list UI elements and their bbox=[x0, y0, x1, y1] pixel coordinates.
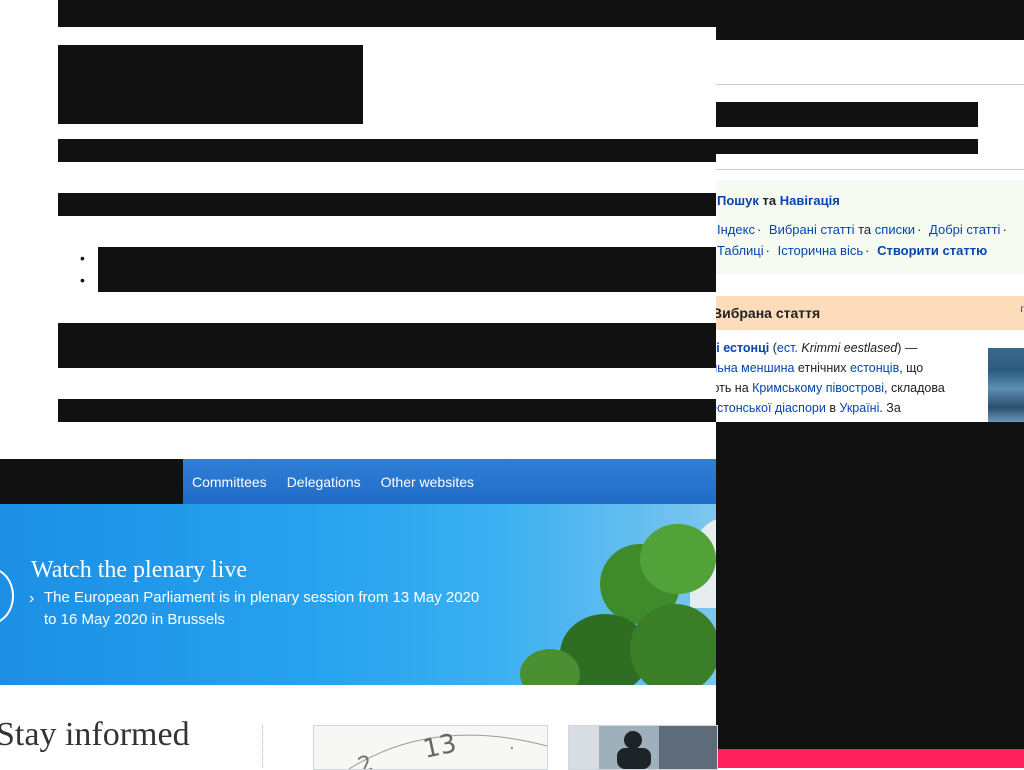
featured-line: ють на Кримському півострові, складова bbox=[716, 378, 980, 398]
text-run: ( bbox=[769, 341, 777, 355]
redacted-line-2 bbox=[58, 193, 716, 216]
and-text: та bbox=[762, 193, 777, 208]
estonians-link[interactable]: естонців bbox=[850, 361, 899, 375]
wiki-nav-title: Пошук та Навігація bbox=[717, 193, 840, 208]
stay-informed-heading: Stay informed bbox=[0, 716, 190, 753]
tree bbox=[640, 524, 716, 594]
calendar-numbers-image: 13 2 · bbox=[314, 726, 547, 769]
featured-line: льна меншина етнічних естонців, що bbox=[716, 358, 980, 378]
wiki-nav-row-2: Індекс · Вибрані статті та списки · Добрі … bbox=[717, 222, 1011, 237]
calendar-thumbnail[interactable]: 13 2 · bbox=[313, 725, 548, 770]
crimea-link[interactable]: Кримському півострові bbox=[752, 381, 884, 395]
featured-corner-link[interactable]: г bbox=[1020, 304, 1024, 315]
person-silhouette-image bbox=[569, 726, 717, 769]
featured-articles-link[interactable]: Вибрані статті bbox=[769, 222, 855, 237]
redacted-list-block bbox=[98, 247, 716, 292]
diaspora-link[interactable]: естонської діаспори bbox=[716, 401, 826, 415]
svg-text:·: · bbox=[509, 738, 515, 759]
redacted-wiki-banner bbox=[716, 102, 978, 127]
featured-article-title: Вибрана стаття bbox=[716, 305, 821, 321]
dot-separator: · bbox=[756, 222, 762, 237]
timeline-link[interactable]: Історична вісь bbox=[778, 243, 864, 258]
dotted-divider bbox=[262, 725, 263, 768]
lists-link[interactable]: списки bbox=[875, 222, 915, 237]
search-link[interactable]: Пошук bbox=[717, 193, 759, 208]
redacted-nav-left bbox=[0, 459, 183, 504]
text-run: , що bbox=[899, 361, 924, 375]
text-run: ) — bbox=[897, 341, 918, 355]
featured-article-header: Вибрана стаття г bbox=[716, 296, 1024, 330]
nav-other-websites[interactable]: Other websites bbox=[381, 474, 474, 490]
list-bullet: • bbox=[80, 272, 85, 288]
ep-nav-items: Committees Delegations Other websites bbox=[192, 459, 474, 504]
divider bbox=[716, 84, 1024, 85]
article-link[interactable]: кі естонці bbox=[716, 341, 769, 355]
italic-term: Krimmi eestlased bbox=[797, 341, 898, 355]
text-run: ють на bbox=[716, 381, 749, 395]
dot-separator: · bbox=[917, 222, 922, 237]
redacted-line-1 bbox=[58, 139, 716, 162]
tables-link[interactable]: Таблиці bbox=[717, 243, 764, 258]
text-run: в bbox=[825, 401, 840, 415]
create-article-link[interactable]: Створити статтю bbox=[877, 243, 987, 258]
featured-line: естонської діаспори в Україні. За bbox=[716, 398, 980, 418]
and-text: та bbox=[858, 222, 872, 237]
nav-delegations[interactable]: Delegations bbox=[287, 474, 361, 490]
banner-title[interactable]: Watch the plenary live bbox=[31, 557, 247, 584]
redacted-right-panel bbox=[716, 422, 1024, 768]
chevron-right-icon: › bbox=[29, 590, 35, 607]
dot-separator: · bbox=[765, 243, 770, 258]
pink-strip bbox=[716, 749, 1024, 768]
text-run: , складова bbox=[884, 381, 945, 395]
redacted-wiki-subline bbox=[716, 139, 978, 154]
minority-link[interactable]: льна меншина bbox=[716, 361, 794, 375]
wiki-panel: Пошук та Навігація Індекс · Вибрані статт… bbox=[716, 0, 1024, 422]
nav-committees[interactable]: Committees bbox=[192, 474, 267, 490]
divider bbox=[716, 169, 1024, 170]
navigation-link[interactable]: Навігація bbox=[780, 193, 840, 208]
wiki-nav-box: Пошук та Навігація Індекс · Вибрані статт… bbox=[716, 180, 1024, 274]
redacted-line-4 bbox=[58, 399, 716, 422]
list-bullet: • bbox=[80, 250, 85, 266]
tree bbox=[630, 604, 716, 685]
featured-article-text: кі естонці (ест. Krimmi eestlased) — льн… bbox=[716, 338, 980, 418]
dot-separator: · bbox=[1002, 222, 1007, 237]
featured-article-image[interactable] bbox=[988, 348, 1024, 422]
featured-line: кі естонці (ест. Krimmi eestlased) — bbox=[716, 338, 980, 358]
ukraine-link[interactable]: Україні bbox=[839, 401, 879, 415]
index-link[interactable]: Індекс bbox=[717, 222, 755, 237]
redacted-header-block bbox=[58, 45, 363, 124]
lang-link[interactable]: ест. bbox=[777, 341, 798, 355]
person-thumbnail[interactable] bbox=[568, 725, 718, 770]
text-run: . За bbox=[879, 401, 901, 415]
wiki-nav-row-3: Таблиці · Історична вісь · Створити статтю bbox=[717, 243, 987, 258]
redacted-line-3 bbox=[58, 323, 716, 368]
text-run: етнічних bbox=[794, 361, 850, 375]
redacted-wiki-top bbox=[716, 0, 1024, 40]
dot-separator: · bbox=[865, 243, 870, 258]
good-articles-link[interactable]: Добрі статті bbox=[929, 222, 1000, 237]
banner-description[interactable]: The European Parliament is in plenary se… bbox=[44, 587, 494, 631]
